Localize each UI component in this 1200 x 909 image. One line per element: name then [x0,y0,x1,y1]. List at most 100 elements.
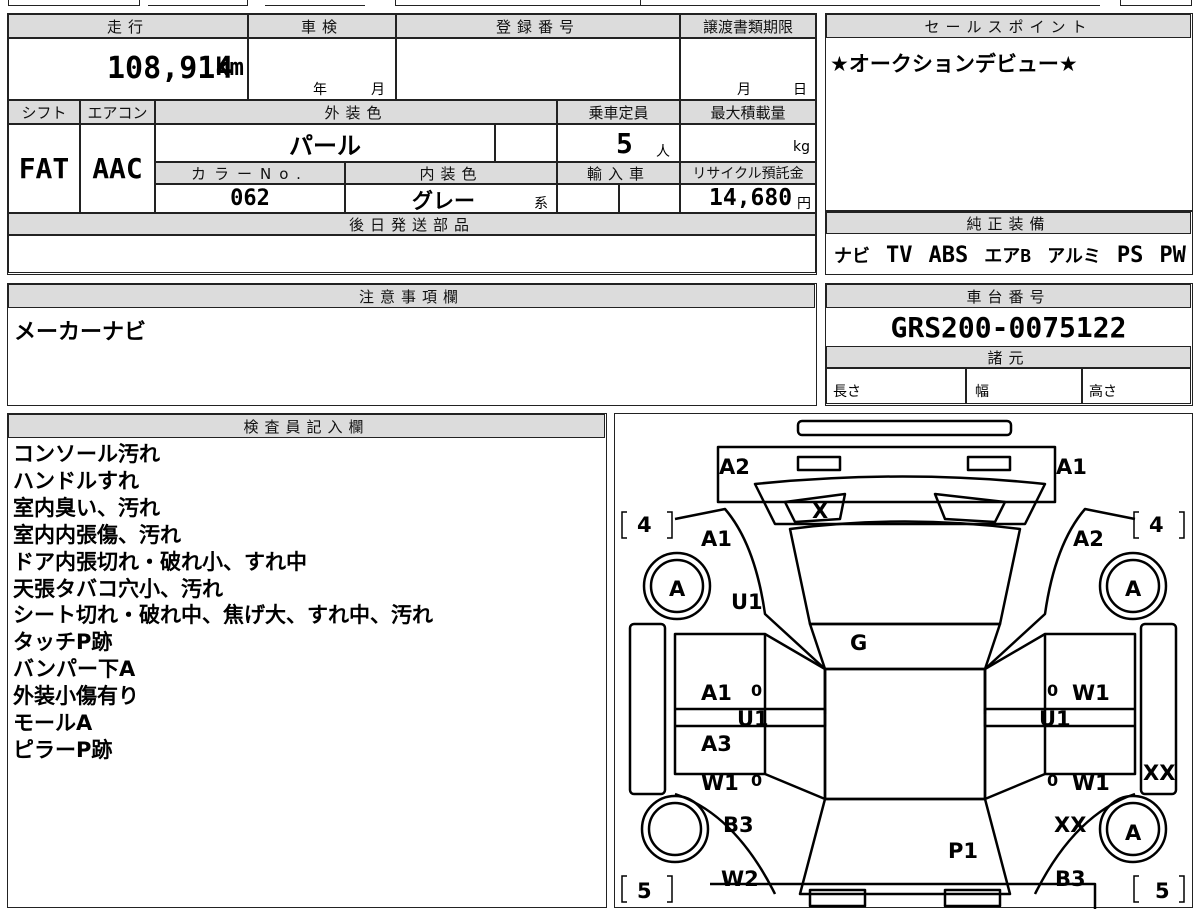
shift-value: FAT [8,124,80,213]
inspector-line: 室内内張傷、汚れ [13,522,181,547]
exterior-color-value: パール [155,124,495,162]
roof [823,667,987,801]
import-cell-b [619,184,680,213]
mark-left-front-door: A1 [701,681,732,705]
front-bumper-bar [796,419,1013,437]
bracket-left-top-l [621,511,627,539]
roof-front [808,622,1002,671]
capacity-unit: 人 [656,144,670,160]
inspector-line: モールA [13,711,93,736]
equip-ps: PS [1116,242,1144,268]
registration-header: 登録番号 [396,14,680,38]
rear-window [798,797,1012,896]
mark-front-left-bumper: A2 [719,455,750,479]
headlight-right [966,455,1012,472]
shift-header: シフト [8,100,80,124]
transfer-month: 月 [737,82,751,98]
inspector-line: ピラーP跡 [13,737,113,762]
spec-length-label: 長さ [833,384,861,400]
mark-bracket-right-bottom: 5 [1155,879,1170,903]
exterior-color-header: 外装色 [155,100,557,124]
inspector-lines: コンソール汚れ ハンドルすれ 室内臭い、汚れ 室内内張傷、汚れ ドア内張切れ・破… [13,441,433,764]
equip-pw: PW [1159,242,1186,268]
interior-color-header: 内装色 [345,162,557,184]
mileage-cell: 108,914 km [8,38,248,100]
car-diagram: A2 A1 X 4 4 A1 A2 A A U1 G A1 0 U1 0 W1 … [621,419,1185,909]
mark-right-rear-wheel: A [1125,821,1142,845]
notes-header: 注意事項欄 [8,284,815,308]
inspection-cell: 年 月 [248,38,396,100]
mark-trunk: P1 [948,839,978,863]
mark-left-rear-quarter: B3 [723,813,754,837]
inspection-header: 車検 [248,14,396,38]
mark-left-front-door-zero: 0 [751,681,762,700]
capacity-cell: 5 人 [557,124,680,162]
mark-left-rear-door: A3 [701,732,732,756]
mark-right-front-door: W1 [1072,681,1110,705]
mark-bracket-left-bottom: 5 [637,879,652,903]
spec-length: 長さ [826,368,966,404]
equip-alloy: アルミ [1047,246,1101,267]
capacity-header: 乗車定員 [557,100,680,124]
inspector-line: タッチP跡 [13,630,113,655]
transfer-header: 譲渡書類期限 [680,14,816,38]
equip-airbag: エアB [984,246,1032,267]
bracket-right-bottom-l [1133,875,1139,903]
ac-value: AAC [80,124,155,213]
mark-right-door-u: U1 [1039,707,1071,731]
interior-color-suffix: 系 [534,196,548,212]
spec-height: 高さ [1082,368,1191,404]
import-header: 輸入車 [557,162,680,184]
mark-windshield: X [812,499,828,523]
rear-light-right [943,888,1002,908]
color-no-value: 062 [155,184,345,213]
mark-right-rear-quarter: XX [1054,813,1086,837]
specs-header: 諸元 [826,346,1191,368]
chassis-header: 車台番号 [826,284,1191,308]
sales-point-box: セールスポイント ★オークションデビュー★ [825,13,1193,211]
mark-right-rear-door-zero: 0 [1047,771,1058,790]
spec-width-label: 幅 [975,384,989,400]
inspector-line: シート切れ・破れ中、焦げ大、すれ中、汚れ [13,603,433,628]
mileage-unit: km [215,53,244,81]
notes-box: 注意事項欄 メーカーナビ [7,283,817,406]
mark-right-front-door-zero: 0 [1047,681,1058,700]
inspector-line: 外装小傷有り [13,684,139,709]
mark-left-fender-u: U1 [731,590,763,614]
interior-color-cell: グレー 系 [345,184,557,213]
inspector-line: コンソール汚れ [13,442,160,466]
inspection-year: 年 [313,82,327,98]
transfer-cell: 月 日 [680,38,816,100]
left-rear-wheel-inner [647,801,703,857]
genuine-equipment-header: 純正装備 [826,212,1191,234]
mark-left-rear-bottom: W2 [721,867,759,891]
mark-left-front-wheel: A [669,577,686,601]
mark-left-rear-door-zero: 0 [751,771,762,790]
sales-point-header: セールスポイント [826,14,1191,38]
capacity-value: 5 [616,127,633,160]
vehicle-info-table: 走行 車検 登録番号 譲渡書類期限 108,914 km 年 月 月 日 シフト… [7,13,817,275]
mark-left-door-u: U1 [737,707,769,731]
mark-bracket-left-top: 4 [637,513,652,537]
left-rear-wheel-outer [640,794,710,864]
left-side-skirt [628,622,667,796]
inspector-box: 検査員記入欄 コンソール汚れ ハンドルすれ 室内臭い、汚れ 室内内張傷、汚れ ド… [7,413,607,908]
car-diagram-box: A2 A1 X 4 4 A1 A2 A A U1 G A1 0 U1 0 W1 … [614,413,1193,909]
later-parts-header: 後日発送部品 [8,213,816,235]
exterior-color-extra [495,124,557,162]
inspector-line: 室内臭い、汚れ [13,495,160,520]
inspector-line: ハンドルすれ [13,468,139,493]
mark-front-right-bumper: A1 [1056,455,1087,479]
inspection-month: 月 [371,82,385,98]
mark-left-rear-door-w: W1 [701,771,739,795]
inspector-line: ドア内張切れ・破れ小、すれ中 [13,549,307,574]
registration-cell [396,38,680,100]
notes-text: メーカーナビ [14,320,147,345]
ac-header: エアコン [80,100,155,124]
front-bumper [716,445,1057,504]
equip-abs: ABS [928,242,969,268]
chassis-number: GRS200-0075122 [890,310,1127,344]
bracket-left-bottom-r [667,875,673,903]
equip-tv: TV [886,242,913,268]
mark-left-front-fender: A1 [701,527,732,551]
